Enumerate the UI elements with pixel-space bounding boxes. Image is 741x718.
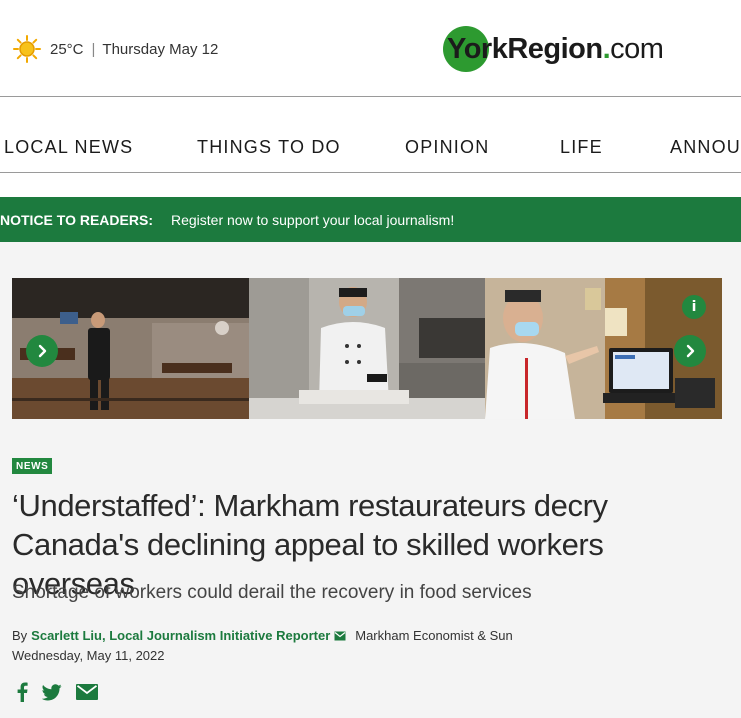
weather-separator: |: [91, 40, 96, 58]
share-bar: [16, 682, 112, 702]
site-logo[interactable]: YorkRegion.com: [443, 26, 664, 72]
temperature: 25°C: [50, 40, 84, 58]
byline: By Scarlett Liu, Local Journalism Initia…: [12, 628, 513, 643]
gallery-next-button[interactable]: [674, 335, 706, 367]
publish-date: Wednesday, May 11, 2022: [12, 648, 165, 663]
gallery-photo-restaurant: [12, 278, 249, 419]
nav-item-life[interactable]: LIFE: [560, 137, 603, 158]
category-badge[interactable]: NEWS: [12, 458, 53, 474]
photo-gallery[interactable]: i: [12, 278, 722, 419]
site-header: 25°C | Thursday May 12 YorkRegion.com: [0, 0, 741, 97]
gallery-photo-pos-terminal: i: [485, 278, 722, 419]
main-nav: LOCAL NEWS THINGS TO DO OPINION LIFE ANN…: [0, 97, 741, 173]
weather-widget[interactable]: 25°C | Thursday May 12: [12, 34, 218, 64]
gallery-photo-chef: [249, 278, 485, 419]
chevron-left-icon: [38, 344, 47, 358]
logo-text: YorkRegion.com: [447, 32, 664, 65]
nav-item-things-to-do[interactable]: THINGS TO DO: [197, 137, 341, 158]
sun-icon: [12, 34, 42, 64]
byline-prefix: By: [12, 628, 28, 643]
twitter-icon[interactable]: [42, 683, 62, 701]
author-link[interactable]: Scarlett Liu, Local Journalism Initiativ…: [31, 628, 330, 643]
notice-label: NOTICE TO READERS:: [0, 211, 153, 228]
publication-name: Markham Economist & Sun: [355, 628, 513, 643]
info-button[interactable]: i: [682, 295, 706, 319]
nav-item-announcements[interactable]: ANNOU: [670, 137, 741, 158]
current-date: Thursday May 12: [102, 40, 219, 58]
article-area: i NEWS ‘Understaffed’: Markham restaurat…: [0, 242, 741, 718]
register-link[interactable]: Register now to support your local journ…: [171, 212, 454, 228]
article-subheadline: Shortage of workers could derail the rec…: [12, 582, 532, 603]
gallery-prev-button[interactable]: [26, 335, 58, 367]
nav-item-local-news[interactable]: LOCAL NEWS: [4, 137, 133, 158]
nav-item-opinion[interactable]: OPINION: [405, 137, 489, 158]
facebook-icon[interactable]: [16, 682, 28, 702]
mail-icon[interactable]: [334, 631, 346, 641]
info-icon: i: [691, 299, 697, 315]
chevron-right-icon: [686, 344, 695, 358]
notice-banner: NOTICE TO READERS: Register now to suppo…: [0, 197, 741, 242]
email-icon[interactable]: [76, 684, 98, 700]
